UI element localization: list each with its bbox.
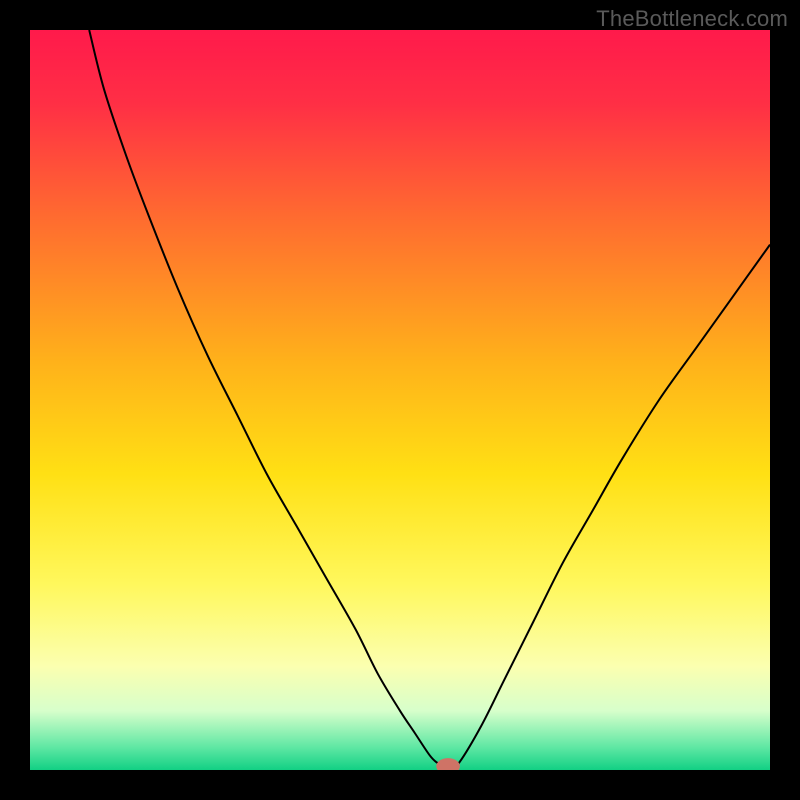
chart-frame: TheBottleneck.com xyxy=(0,0,800,800)
chart-svg xyxy=(30,30,770,770)
plot-area xyxy=(30,30,770,770)
watermark-text: TheBottleneck.com xyxy=(596,6,788,32)
